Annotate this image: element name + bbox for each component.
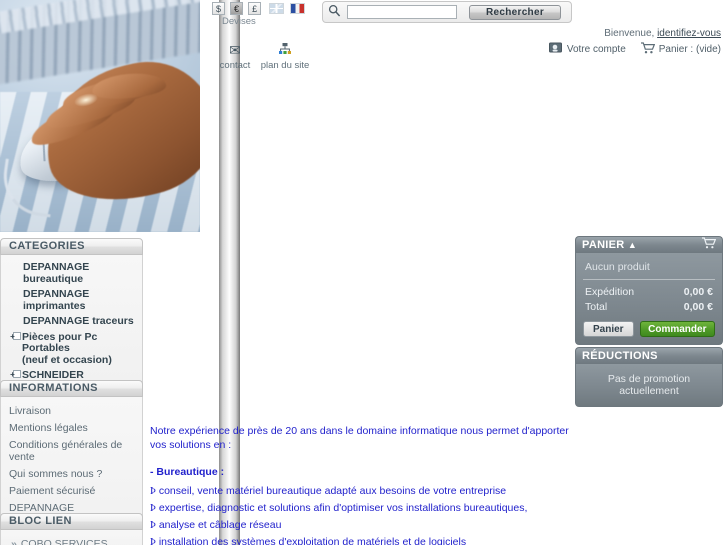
category-item-depannage-bureautique[interactable]: DEPANNAGE bureautique — [7, 260, 136, 287]
bullet-text: installation des systèmes d'exploitation… — [158, 536, 467, 545]
bullet-item: Þinstallation des systèmes d'exploitatio… — [150, 534, 580, 545]
login-link[interactable]: identifiez-vous — [657, 28, 721, 39]
bullet-marker-icon: Þ — [150, 520, 156, 531]
flag-uk-icon[interactable] — [269, 3, 285, 14]
bloc-lien-block: BLOC LIEN » COBO SERVICES — [0, 513, 143, 545]
nav-sitemap[interactable]: plan du site — [257, 42, 313, 71]
reductions-title: RÉDUCTIONS — [582, 350, 658, 362]
bullet-marker-icon: Þ — [150, 503, 156, 514]
info-link-livraison[interactable]: Livraison — [7, 402, 136, 419]
bullet-text: conseil, vente matériel bureautique adap… — [158, 485, 507, 497]
reductions-text: Pas de promotion actuellement — [607, 373, 691, 397]
bullet-marker-icon: Þ — [150, 486, 156, 497]
info-link-mentions-legales[interactable]: Mentions légales — [7, 419, 136, 436]
welcome-text: Bienvenue, — [604, 28, 658, 39]
nav-contact[interactable]: ✉ contact — [207, 42, 263, 71]
bullet-text: analyse et câblage réseau — [158, 519, 282, 531]
cart-empty-text: Aucun produit — [585, 261, 650, 273]
cart-icon — [640, 42, 655, 57]
categories-title: CATEGORIES — [0, 238, 143, 255]
reductions-header: RÉDUCTIONS — [575, 347, 723, 364]
category-line2: (neuf et occasion) — [22, 353, 112, 366]
bullet-marker-icon: Þ — [150, 537, 156, 545]
informations-title: INFORMATIONS — [0, 380, 143, 397]
info-link-cgv[interactable]: Conditions générales de vente — [7, 436, 136, 465]
cart-row-amount: 0,00 € — [683, 285, 713, 298]
category-item-depannage-traceurs[interactable]: DEPANNAGE traceurs — [7, 314, 136, 330]
search-icon — [328, 4, 341, 20]
checkout-button[interactable]: Commander — [639, 321, 715, 337]
categories-block: CATEGORIES DEPANNAGE bureautique DEPANNA… — [0, 238, 143, 403]
cart-block-body: Aucun produit Expédition 0,00 € Total 0,… — [575, 253, 723, 345]
cart-buttons: Panier Commander — [583, 321, 715, 337]
welcome-bar: Bienvenue, identifiez-vous — [604, 28, 721, 39]
search-input[interactable] — [347, 5, 457, 19]
category-line1: Pièces pour Pc Portables — [22, 330, 98, 354]
bloc-lien-title: BLOC LIEN — [0, 513, 143, 530]
search-button[interactable]: Rechercher — [469, 4, 561, 20]
user-links-row: Votre compte Panier : (vide) — [548, 42, 721, 57]
intro-paragraph: Notre expérience de près de 20 ans dans … — [150, 425, 569, 451]
expand-icon[interactable]: + — [10, 370, 21, 379]
main-content: Notre expérience de près de 20 ans dans … — [150, 424, 580, 545]
currency-gbp-button[interactable]: £ — [248, 2, 262, 15]
reductions-block: RÉDUCTIONS Pas de promotion actuellement — [575, 347, 723, 407]
nav-sitemap-label: plan du site — [260, 60, 310, 71]
reductions-body: Pas de promotion actuellement — [575, 364, 723, 407]
category-item-depannage-imprimantes[interactable]: DEPANNAGE imprimantes — [7, 287, 136, 314]
account-icon — [548, 42, 563, 57]
cart-link[interactable]: Panier : (vide) — [659, 44, 721, 55]
cart-row-shipping: Expédition 0,00 € — [583, 284, 715, 299]
chevron-right-icon: » — [11, 538, 17, 545]
view-cart-button[interactable]: Panier — [583, 321, 634, 337]
category-line1: DEPANNAGE traceurs — [23, 315, 134, 327]
info-link-paiement-securise[interactable]: Paiement sécurisé — [7, 482, 136, 499]
cart-row-amount: 0,00 € — [683, 300, 713, 313]
cart-block-title: PANIER — [582, 239, 625, 251]
cart-icon — [701, 237, 717, 253]
flag-fr-icon[interactable] — [290, 3, 306, 14]
account-link[interactable]: Votre compte — [567, 44, 626, 55]
currency-eur-button[interactable]: € — [230, 2, 244, 15]
cart-row-label: Total — [585, 300, 608, 313]
info-link-qui-sommes-nous[interactable]: Qui sommes nous ? — [7, 465, 136, 482]
expand-icon[interactable]: + — [10, 331, 21, 340]
bullet-text: expertise, diagnostic et solutions afin … — [158, 502, 528, 514]
page-root: $ € £ Devises Rechercher ✉ contact plan … — [0, 0, 727, 545]
cart-block-header[interactable]: PANIER ▲ — [575, 236, 723, 253]
bloc-lien-item-label: COBO SERVICES — [20, 538, 108, 545]
currency-usd-button[interactable]: $ — [212, 2, 225, 15]
cart-row-total: Total 0,00 € — [583, 299, 715, 314]
category-item-pieces-pc-portables[interactable]: + Pièces pour Pc Portables (neuf et occas… — [7, 330, 136, 369]
section-title-bureautique: - Bureautique : — [150, 466, 225, 478]
currency-label: Devises — [222, 16, 256, 27]
bullet-item: Þanalyse et câblage réseau — [150, 517, 580, 534]
cart-block-title-wrap: PANIER ▲ — [582, 237, 637, 253]
cart-row-label: Expédition — [585, 285, 635, 298]
chevron-up-icon[interactable]: ▲ — [628, 240, 637, 250]
search-bar: Rechercher — [322, 1, 572, 23]
hero-image — [0, 0, 200, 232]
category-line1: DEPANNAGE — [23, 261, 90, 273]
bullet-item: Þexpertise, diagnostic et solutions afin… — [150, 500, 580, 517]
sitemap-icon — [257, 42, 313, 59]
nav-contact-label: contact — [219, 60, 251, 71]
bloc-lien-item-cobo-services[interactable]: » COBO SERVICES — [7, 535, 136, 545]
bullet-item: Þconseil, vente matériel bureautique ada… — [150, 483, 580, 500]
envelope-icon: ✉ — [229, 42, 241, 58]
cart-block: PANIER ▲ Aucun produit Expédition 0,00 €… — [575, 236, 723, 345]
category-line2: imprimantes — [23, 299, 86, 312]
category-line2: bureautique — [23, 272, 84, 285]
category-line1: DEPANNAGE — [23, 288, 90, 300]
bloc-lien-body: » COBO SERVICES — [0, 530, 143, 545]
divider — [583, 279, 715, 280]
